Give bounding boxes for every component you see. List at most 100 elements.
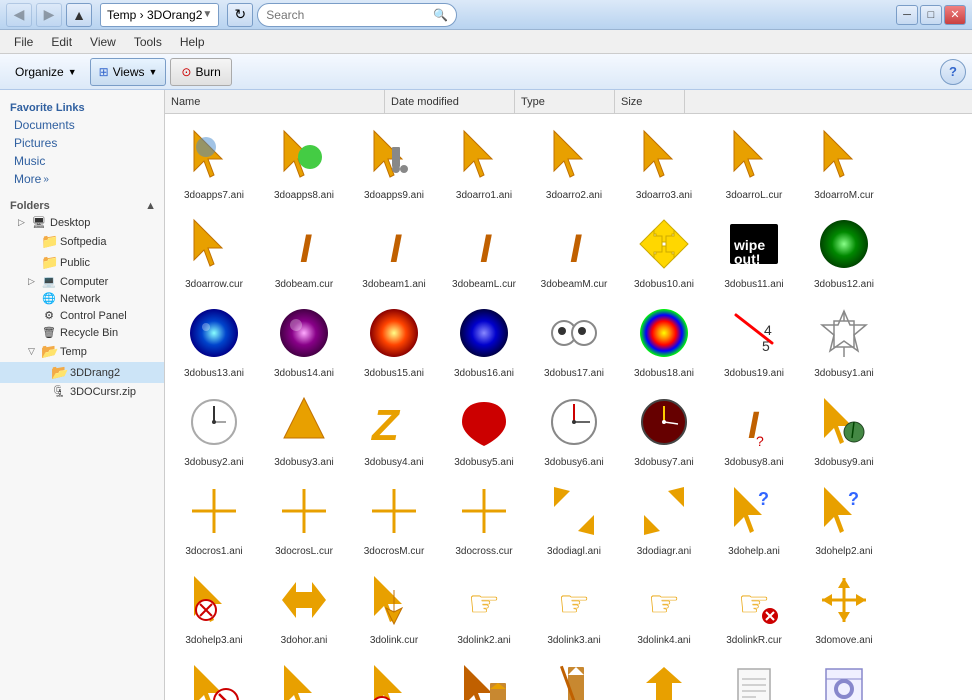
file-item[interactable]: 3dobusy3.ani [259,385,349,474]
file-item[interactable]: ? 3dohelp.ani [709,474,799,563]
back-button[interactable]: ◀ [6,3,32,27]
file-name: 3doarrow.cur [185,278,243,291]
forward-button[interactable]: ▶ [36,3,62,27]
file-item[interactable]: 3dobus18.ani [619,296,709,385]
tree-item-computer[interactable]: ▷ 💻 Computer [0,273,164,290]
col-header-type[interactable]: Type [515,90,615,113]
views-button[interactable]: ⊞ Views ▼ [90,58,167,86]
menu-tools[interactable]: Tools [126,33,170,51]
file-item[interactable]: wipeout! 3dobus11.ani [709,207,799,296]
file-item[interactable]: 3dono3.ani [349,652,439,700]
tree-item-3ddrang2[interactable]: 📂 3DDrang2 [0,362,164,383]
file-icon [722,657,786,700]
sidebar-item-pictures[interactable]: Pictures [0,134,164,152]
file-item[interactable]: Z 3dobusy4.ani [349,385,439,474]
menu-edit[interactable]: Edit [43,33,80,51]
file-item[interactable]: 3dodiagl.ani [529,474,619,563]
tree-item-desktop[interactable]: ▷ 🖥 Desktop [0,214,164,231]
minimize-button[interactable]: ─ [896,5,918,25]
file-icon [542,657,606,700]
file-item[interactable]: 3docrosM.cur [349,474,439,563]
burn-button[interactable]: ⊙ Burn [170,58,231,86]
tree-item-control-panel[interactable]: ⚙ Control Panel [0,307,164,324]
file-item[interactable]: 3doapps9.ani [349,118,439,207]
file-item[interactable]: 3doarro3.ani [619,118,709,207]
file-item[interactable]: 3dodiagr.ani [619,474,709,563]
file-item[interactable]: 3dovert.ani [619,652,709,700]
favorite-links-header[interactable]: Favorite Links [0,98,164,116]
menu-file[interactable]: File [6,33,41,51]
search-box[interactable]: 🔍 [257,3,457,27]
file-item[interactable]: I? 3dobusy8.ani [709,385,799,474]
file-item[interactable]: I 3dobeamM.cur [529,207,619,296]
close-button[interactable]: ✕ [944,5,966,25]
address-dropdown-arrow[interactable]: ▼ [202,9,212,20]
file-item[interactable]: 3dobus16.ani [439,296,529,385]
file-item[interactable]: 3dopen2.ani [529,652,619,700]
file-item[interactable]: 3dobus15.ani [349,296,439,385]
file-item[interactable]: file_id.diz [709,652,799,700]
file-item[interactable]: ☞ 3dolinkR.cur [709,563,799,652]
file-item[interactable]: 3doapps7.ani [169,118,259,207]
file-item[interactable]: ☞ 3dolink4.ani [619,563,709,652]
file-item[interactable]: 3doapps8.ani [259,118,349,207]
tree-item-softpedia[interactable]: 📁 Softpedia [0,231,164,252]
menu-help[interactable]: Help [172,33,213,51]
file-item[interactable]: INSTAL3O... [799,652,889,700]
tree-item-network[interactable]: 🌐 Network [0,290,164,307]
up-button[interactable]: ▲ [66,3,92,27]
col-header-name[interactable]: Name [165,90,385,113]
sidebar-item-documents[interactable]: Documents [0,116,164,134]
tree-item-public[interactable]: 📁 Public [0,252,164,273]
col-header-size[interactable]: Size [615,90,685,113]
maximize-button[interactable]: □ [920,5,942,25]
file-item[interactable]: I 3dobeamL.cur [439,207,529,296]
organize-button[interactable]: Organize ▼ [6,58,86,86]
file-item[interactable]: 3docross.cur [439,474,529,563]
file-item[interactable]: 3dobusy9.ani [799,385,889,474]
file-item[interactable]: 3dono.ani [169,652,259,700]
file-item[interactable]: 45 3dobus19.ani [709,296,799,385]
file-item[interactable]: I 3dobeam1.ani [349,207,439,296]
tree-item-3docursr-zip[interactable]: 🗜 3DOCursr.zip [0,383,164,400]
file-item[interactable]: 3dohor.ani [259,563,349,652]
file-item[interactable]: 3dobus13.ani [169,296,259,385]
refresh-button[interactable]: ↻ [227,3,253,27]
file-item[interactable]: 3dobus12.ani [799,207,889,296]
file-item[interactable]: 3dohelp3.ani [169,563,259,652]
file-item[interactable]: 3doarro1.ani [439,118,529,207]
file-item[interactable]: 3dobusy2.ani [169,385,259,474]
file-item[interactable]: 3dobus17.ani [529,296,619,385]
file-item[interactable]: 3domove.ani [799,563,889,652]
col-header-date[interactable]: Date modified [385,90,515,113]
file-item[interactable]: 3dolink.cur [349,563,439,652]
file-item[interactable]: 3doarroL.cur [709,118,799,207]
menu-view[interactable]: View [82,33,124,51]
sidebar-more-link[interactable]: More » [0,170,164,188]
address-bar[interactable]: Temp › 3DOrang2 ▼ [100,3,219,27]
file-item[interactable]: ☞ 3dolink3.ani [529,563,619,652]
file-item[interactable]: ☞ 3dolink2.ani [439,563,529,652]
file-item[interactable]: ? 3dohelp2.ani [799,474,889,563]
tree-item-temp[interactable]: ▽ 📂 Temp [0,341,164,362]
file-item[interactable]: I 3dobeam.cur [259,207,349,296]
sidebar-item-music[interactable]: Music [0,152,164,170]
file-item[interactable]: 3docros1.ani [169,474,259,563]
file-item[interactable]: 3dopen.ani [439,652,529,700]
file-item[interactable]: 3doarrow.cur [169,207,259,296]
search-input[interactable] [266,8,429,22]
file-item[interactable]: 3dobusy5.ani [439,385,529,474]
file-item[interactable]: 3dobusy1.ani [799,296,889,385]
file-name: 3dolinkR.cur [726,634,782,647]
tree-item-recycle-bin[interactable]: 🗑 Recycle Bin [0,324,164,341]
file-item[interactable]: 3dobus10.ani [619,207,709,296]
file-item[interactable]: 3docrosL.cur [259,474,349,563]
file-item[interactable]: 3dobusy7.ani [619,385,709,474]
file-item[interactable]: 3dobusy6.ani [529,385,619,474]
folders-header[interactable]: Folders ▲ [0,196,164,214]
help-button[interactable]: ? [940,59,966,85]
file-item[interactable]: 3dobus14.ani [259,296,349,385]
file-item[interactable]: No 3dono2.ani [259,652,349,700]
file-item[interactable]: 3doarro2.ani [529,118,619,207]
file-item[interactable]: 3doarroM.cur [799,118,889,207]
